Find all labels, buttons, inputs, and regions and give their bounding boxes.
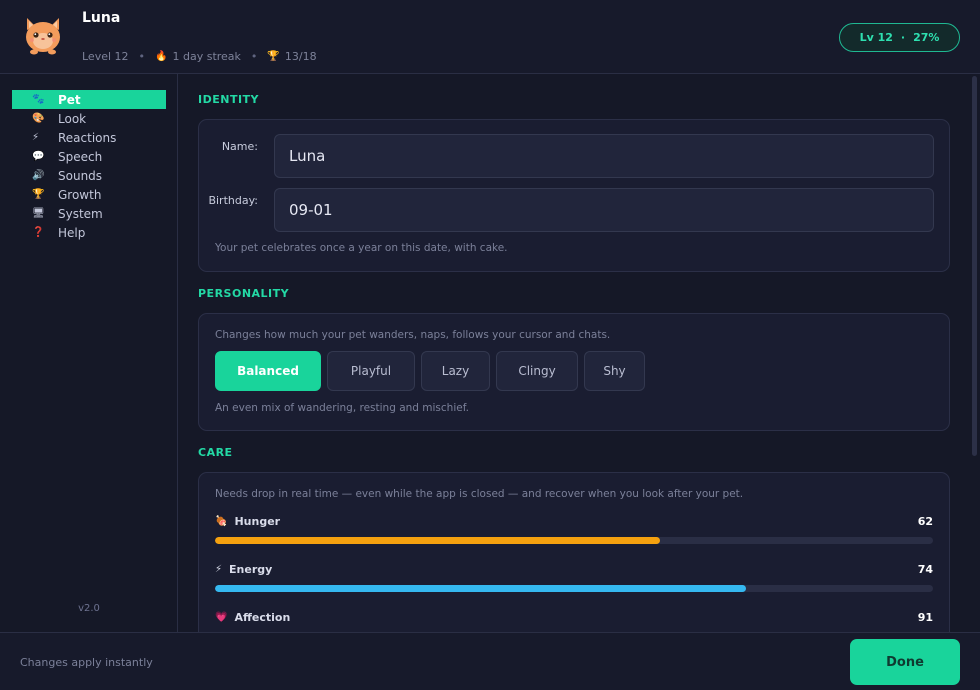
sidebar-item-speech[interactable]: 💬 Speech xyxy=(12,147,166,166)
personality-options: Balanced Playful Lazy Clingy Shy xyxy=(215,351,651,391)
stat-bar-fill xyxy=(215,585,747,592)
stat-bar-track xyxy=(215,537,933,544)
sidebar-item-growth[interactable]: 🏆 Growth xyxy=(12,185,166,204)
sidebar-item-pet[interactable]: 🐾 Pet xyxy=(12,90,166,109)
app-version: v2.0 xyxy=(78,603,100,614)
meta-separator: • xyxy=(138,50,146,63)
stat-value: 62 xyxy=(917,514,933,528)
care-hint: Needs drop in real time — even while the… xyxy=(215,488,744,500)
personality-description: An even mix of wandering, resting and mi… xyxy=(215,402,469,414)
meat-icon: 🍖 xyxy=(215,515,228,527)
fire-icon: 🔥 xyxy=(155,51,168,62)
stat-label: Affection xyxy=(234,610,291,624)
sidebar-item-label: Growth xyxy=(58,187,102,202)
stat-label: Hunger xyxy=(234,514,281,528)
meta-separator: • xyxy=(250,50,258,63)
identity-card: Name: Luna Birthday: 09-01 Your pet cele… xyxy=(198,119,950,272)
level-pill-separator: · xyxy=(900,31,906,44)
care-card: Needs drop in real time — even while the… xyxy=(198,472,950,632)
settings-panel[interactable]: IDENTITY Name: Luna Birthday: 09-01 Your… xyxy=(178,74,980,632)
scrollbar[interactable] xyxy=(972,76,977,456)
stat-header: 💗 Affection 91 xyxy=(215,609,933,625)
section-title-identity: IDENTITY xyxy=(198,93,260,106)
personality-option-playful[interactable]: Playful xyxy=(327,351,415,391)
trophy-icon: 🏆 xyxy=(32,189,45,200)
stat-label: Energy xyxy=(229,562,273,576)
sidebar-item-reactions[interactable]: ⚡ Reactions xyxy=(12,128,166,147)
level-text: Level 12 xyxy=(82,50,129,63)
sidebar-nav: 🐾 Pet 🎨 Look ⚡ Reactions 💬 Speech 🔊 Sounds 🏆 Growth… xyxy=(12,90,166,242)
sidebar-item-label: Pet xyxy=(58,92,81,107)
stat-value: 74 xyxy=(917,562,933,576)
stat-energy: ⚡ Energy 74 xyxy=(215,561,933,592)
pet-name: Luna xyxy=(82,10,121,26)
sidebar-item-look[interactable]: 🎨 Look xyxy=(12,109,166,128)
app-header: Luna Level 12 • 🔥 1 day streak • 🏆 13/18… xyxy=(0,0,980,74)
monitor-icon: 🖥 xyxy=(32,208,45,219)
sidebar-item-label: Speech xyxy=(58,149,103,164)
section-title-care: CARE xyxy=(198,446,233,459)
trophy-icon: 🏆 xyxy=(267,51,280,62)
streak-text: 1 day streak xyxy=(172,50,241,63)
stat-header: 🍖 Hunger 62 xyxy=(215,513,933,529)
stat-value: 91 xyxy=(917,610,933,624)
birthday-input[interactable]: 09-01 xyxy=(274,188,934,232)
section-title-personality: PERSONALITY xyxy=(198,287,290,300)
sidebar-item-help[interactable]: ❓ Help xyxy=(12,223,166,242)
personality-card: Changes how much your pet wanders, naps,… xyxy=(198,313,950,431)
name-label: Name: xyxy=(221,140,258,153)
level-pill-level: Lv 12 xyxy=(859,31,893,44)
footer: Changes apply instantly Done xyxy=(0,632,980,690)
personality-option-lazy[interactable]: Lazy xyxy=(421,351,490,391)
sidebar-item-label: Reactions xyxy=(58,130,117,145)
cat-avatar-icon xyxy=(26,18,60,55)
lightning-icon: ⚡ xyxy=(32,132,40,143)
speaker-icon: 🔊 xyxy=(32,170,45,181)
stat-header: ⚡ Energy 74 xyxy=(215,561,933,577)
sidebar-item-label: System xyxy=(58,206,103,221)
personality-option-balanced[interactable]: Balanced xyxy=(215,351,321,391)
sidebar-item-label: Look xyxy=(58,111,87,126)
personality-hint: Changes how much your pet wanders, naps,… xyxy=(215,329,611,341)
name-input[interactable]: Luna xyxy=(274,134,934,178)
lightning-icon: ⚡ xyxy=(215,563,223,575)
personality-option-clingy[interactable]: Clingy xyxy=(496,351,578,391)
paw-icon: 🐾 xyxy=(32,94,45,105)
sidebar: 🐾 Pet 🎨 Look ⚡ Reactions 💬 Speech 🔊 Sounds 🏆 Growth… xyxy=(0,74,178,632)
stat-bar-track xyxy=(215,585,933,592)
footer-note: Changes apply instantly xyxy=(20,656,153,669)
palette-icon: 🎨 xyxy=(32,113,45,124)
sidebar-item-system[interactable]: 🖥 System xyxy=(12,204,166,223)
sidebar-item-label: Sounds xyxy=(58,168,103,183)
sidebar-item-label: Help xyxy=(58,225,86,240)
done-button[interactable]: Done xyxy=(850,639,960,685)
heart-icon: 💗 xyxy=(215,611,228,623)
stat-affection: 💗 Affection 91 xyxy=(215,609,933,632)
question-icon: ❓ xyxy=(32,227,45,238)
speech-bubble-icon: 💬 xyxy=(32,151,45,162)
level-progress-badge: Lv 12 · 27% xyxy=(839,23,960,52)
stat-hunger: 🍖 Hunger 62 xyxy=(215,513,933,544)
achievements-text: 13/18 xyxy=(284,50,317,63)
level-pill-progress: 27% xyxy=(913,31,940,44)
personality-option-shy[interactable]: Shy xyxy=(584,351,645,391)
birthday-hint: Your pet celebrates once a year on this … xyxy=(215,242,508,254)
sidebar-item-sounds[interactable]: 🔊 Sounds xyxy=(12,166,166,185)
birthday-label: Birthday: xyxy=(208,194,258,207)
stat-bar-fill xyxy=(215,537,661,544)
pet-meta: Level 12 • 🔥 1 day streak • 🏆 13/18 xyxy=(82,50,317,63)
